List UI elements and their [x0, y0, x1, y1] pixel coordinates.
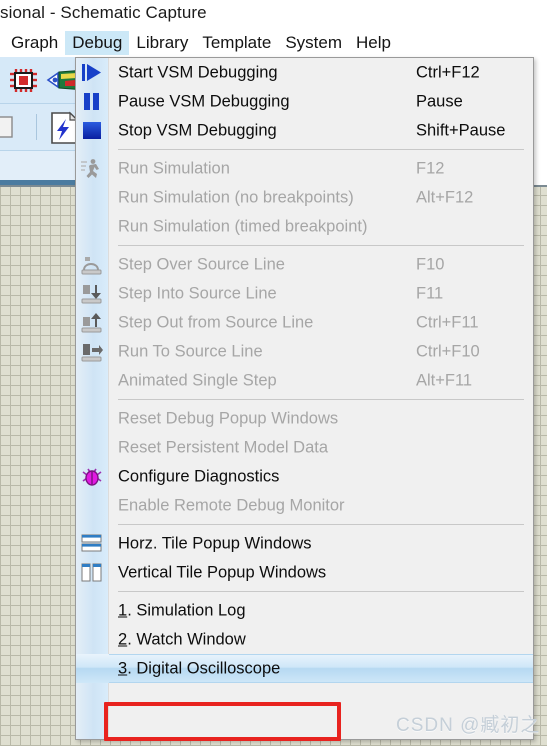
menu-item-run-simulation-timed-breakpoint: Run Simulation (timed breakpoint)	[76, 212, 533, 241]
menu-item-accelerator: Ctrl+F10	[416, 342, 480, 360]
run-icon	[80, 157, 104, 180]
window-titlebar: sional - Schematic Capture	[0, 0, 547, 28]
annotation-highlight-box	[104, 702, 341, 741]
menu-item-start-vsm-debugging[interactable]: Start VSM Debugging Ctrl+F12	[76, 58, 533, 87]
menu-item-mnemonic: 3	[118, 659, 128, 677]
menu-item-run-simulation: Run Simulation F12	[76, 154, 533, 183]
menubar-item-system[interactable]: System	[278, 31, 349, 55]
menu-separator	[76, 520, 533, 529]
menu-item-label: 1. Simulation Log	[118, 601, 246, 620]
menu-item-label: 3. Digital Oscilloscope	[118, 659, 280, 678]
menu-item-label: Run Simulation (no breakpoints)	[118, 188, 354, 206]
menu-separator	[76, 145, 533, 154]
menu-item-run-simulation-no-breakpoints: Run Simulation (no breakpoints) Alt+F12	[76, 183, 533, 212]
menu-item-mnemonic: 2	[118, 630, 128, 648]
menu-item-label: Vertical Tile Popup Windows	[118, 563, 327, 581]
application-window: sional - Schematic Capture Graph Debug Lib…	[0, 0, 547, 746]
menu-item-label: Step Into Source Line	[118, 284, 277, 302]
menu-item-enable-remote-debug-monitor: Enable Remote Debug Monitor	[76, 491, 533, 520]
menubar-item-library[interactable]: Library	[129, 31, 195, 55]
menu-item-step-out-from-source-line: Step Out from Source Line Ctrl+F11	[76, 308, 533, 337]
menu-item-step-into-source-line: Step Into Source Line F11	[76, 279, 533, 308]
watermark: CSDN @臧初之	[396, 715, 541, 736]
play-icon	[80, 61, 104, 84]
menu-item-mnemonic: 1	[118, 601, 128, 619]
menu-item-accelerator: Ctrl+F12	[416, 63, 480, 81]
menu-item-vertical-tile-popup-windows[interactable]: Vertical Tile Popup Windows	[76, 558, 533, 587]
menubar-item-graph[interactable]: Graph	[0, 31, 65, 55]
debug-menu-popup: Start VSM Debugging Ctrl+F12 Pause VSM Deb…	[75, 57, 534, 740]
menu-item-accelerator: Alt+F12	[416, 188, 474, 206]
menu-item-label: Step Over Source Line	[118, 255, 285, 273]
menu-item-accelerator: F11	[416, 284, 444, 302]
menu-item-step-over-source-line: Step Over Source Line F10	[76, 250, 533, 279]
menu-item-text: . Digital Oscilloscope	[127, 659, 281, 677]
menu-item-text: . Simulation Log	[127, 601, 246, 619]
menu-item-watch-window[interactable]: 2. Watch Window	[76, 625, 533, 654]
chip-icon[interactable]	[8, 65, 38, 95]
step-out-icon	[80, 311, 104, 334]
bug-icon	[80, 465, 104, 488]
menubar-item-help[interactable]: Help	[349, 31, 398, 55]
menu-item-label: 2. Watch Window	[118, 630, 246, 649]
menu-bar: Graph Debug Library Template System Help	[0, 28, 547, 57]
tile-horz-icon	[80, 532, 104, 555]
menu-item-accelerator: F10	[416, 255, 445, 273]
menu-item-stop-vsm-debugging[interactable]: Stop VSM Debugging Shift+Pause	[76, 116, 533, 145]
menu-separator	[76, 241, 533, 250]
menu-item-label: Animated Single Step	[118, 371, 277, 389]
menu-item-label: Start VSM Debugging	[118, 63, 278, 81]
menu-item-label: Enable Remote Debug Monitor	[118, 496, 345, 514]
menu-item-label: Run Simulation	[118, 159, 230, 177]
menu-separator	[76, 395, 533, 404]
toolbar-separator-2	[36, 114, 37, 140]
menu-item-simulation-log[interactable]: 1. Simulation Log	[76, 596, 533, 625]
menu-item-reset-debug-popup-windows: Reset Debug Popup Windows	[76, 404, 533, 433]
menu-item-configure-diagnostics[interactable]: Configure Diagnostics	[76, 462, 533, 491]
partial-icon[interactable]	[0, 113, 22, 143]
run-to-icon	[80, 340, 104, 363]
menu-item-pause-vsm-debugging[interactable]: Pause VSM Debugging Pause	[76, 87, 533, 116]
menu-item-label: Pause VSM Debugging	[118, 92, 290, 110]
menu-item-label: Run Simulation (timed breakpoint)	[118, 217, 368, 235]
window-title: sional - Schematic Capture	[0, 3, 207, 22]
menu-item-label: Reset Debug Popup Windows	[118, 409, 339, 427]
menu-item-label: Step Out from Source Line	[118, 313, 314, 331]
menu-item-accelerator: Shift+Pause	[416, 121, 506, 139]
menu-item-reset-persistent-model-data: Reset Persistent Model Data	[76, 433, 533, 462]
menu-item-accelerator: Pause	[416, 92, 463, 110]
menu-item-accelerator: Alt+F11	[416, 371, 473, 389]
menu-item-run-to-source-line: Run To Source Line Ctrl+F10	[76, 337, 533, 366]
menu-item-label: Reset Persistent Model Data	[118, 438, 329, 456]
menu-separator	[76, 587, 533, 596]
menu-item-animated-single-step: Animated Single Step Alt+F11	[76, 366, 533, 395]
step-over-icon	[80, 253, 104, 276]
menu-item-accelerator: F12	[416, 159, 445, 177]
menu-item-label: Horz. Tile Popup Windows	[118, 534, 312, 552]
menubar-item-template[interactable]: Template	[195, 31, 278, 55]
stop-icon	[80, 119, 104, 142]
menu-item-text: . Watch Window	[127, 630, 246, 648]
menu-item-label: Configure Diagnostics	[118, 467, 280, 485]
menu-item-accelerator: Ctrl+F11	[416, 313, 479, 331]
menu-item-label: Stop VSM Debugging	[118, 121, 277, 139]
tile-vert-icon	[80, 561, 104, 584]
menubar-item-debug[interactable]: Debug	[65, 30, 130, 55]
pause-icon	[80, 90, 104, 113]
menu-item-label: Run To Source Line	[118, 342, 263, 360]
menu-item-digital-oscilloscope[interactable]: 3. Digital Oscilloscope	[76, 654, 533, 683]
menu-item-horz-tile-popup-windows[interactable]: Horz. Tile Popup Windows	[76, 529, 533, 558]
step-into-icon	[80, 282, 104, 305]
